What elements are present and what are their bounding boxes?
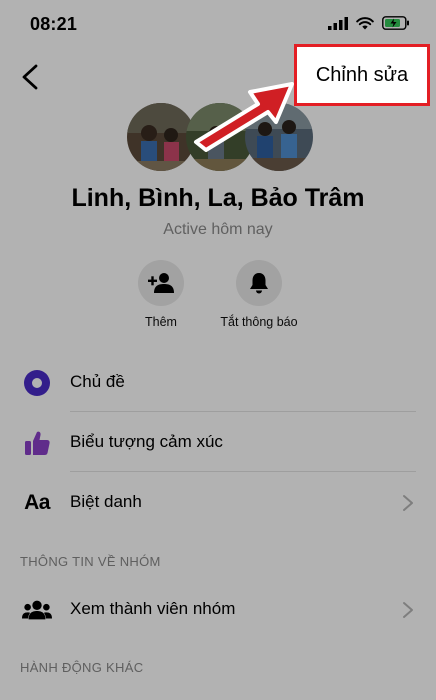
- annotation-arrow-icon: [194, 82, 294, 152]
- thumbs-up-icon: [22, 429, 52, 457]
- menu-row-theme[interactable]: Chủ đề: [0, 352, 436, 412]
- add-member-label: Thêm: [145, 315, 177, 329]
- group-name: Linh, Bình, La, Bảo Trâm: [71, 184, 365, 212]
- active-status: Active hôm nay: [163, 221, 273, 238]
- menu-row-label: Biểu tượng cảm xúc: [70, 432, 223, 451]
- signal-icon: [328, 16, 348, 30]
- back-chevron-icon[interactable]: [16, 62, 46, 92]
- menu-row-label: Xem thành viên nhóm: [70, 599, 236, 618]
- chevron-right-icon: [403, 495, 413, 511]
- chevron-right-icon: [403, 602, 413, 618]
- menu-row-emoji[interactable]: Biểu tượng cảm xúc: [0, 412, 436, 472]
- section-header-group-info: THÔNG TIN VỀ NHÓM: [20, 554, 161, 569]
- aa-text-icon: Aa: [24, 491, 50, 514]
- mute-notifications-action[interactable]: Tắt thông báo: [204, 260, 314, 329]
- menu-row-nickname[interactable]: Aa Biệt danh: [0, 472, 436, 532]
- menu-row-view-members[interactable]: Xem thành viên nhóm: [0, 579, 436, 639]
- add-member-action[interactable]: Thêm: [106, 260, 216, 329]
- edit-label: Chỉnh sửa: [315, 63, 409, 86]
- section-header-other-actions: HÀNH ĐỘNG KHÁC: [20, 660, 144, 675]
- menu-row-label: Biệt danh: [70, 492, 142, 511]
- bell-icon: [250, 273, 268, 294]
- status-icons: [328, 16, 410, 30]
- add-person-icon: [148, 273, 174, 293]
- wifi-icon: [356, 16, 374, 29]
- status-time: 08:21: [30, 14, 78, 34]
- add-member-button[interactable]: [138, 260, 184, 306]
- theme-circle-icon: [22, 369, 52, 397]
- mute-notifications-button[interactable]: [236, 260, 282, 306]
- people-icon: [22, 596, 52, 624]
- edit-button[interactable]: Chỉnh sửa: [294, 44, 430, 106]
- mute-notifications-label: Tắt thông báo: [220, 315, 298, 329]
- battery-icon: [382, 16, 409, 30]
- menu-row-label: Chủ đề: [70, 372, 125, 391]
- member-avatar-1: [127, 103, 195, 171]
